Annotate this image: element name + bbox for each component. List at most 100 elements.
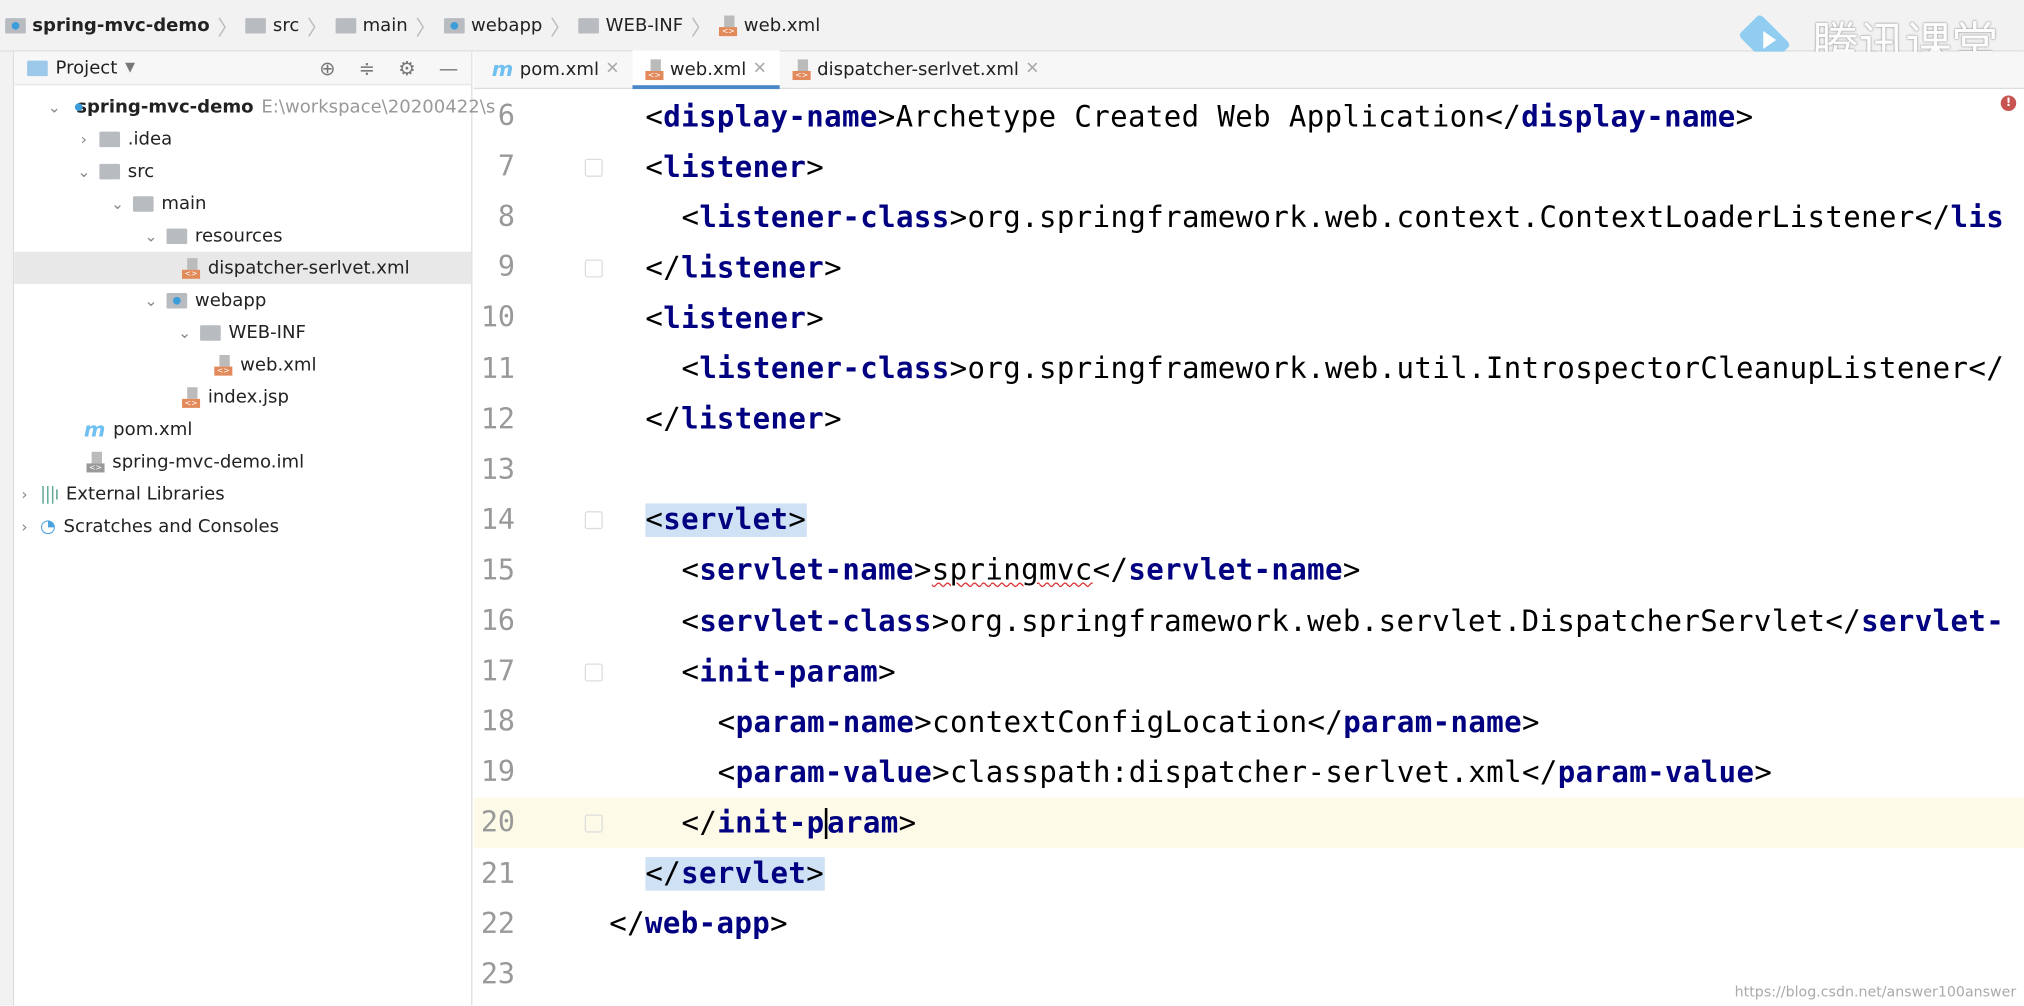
close-icon[interactable]: ✕ xyxy=(753,59,767,78)
tree-item[interactable]: › |||ı External Libraries xyxy=(14,478,471,510)
code-line[interactable]: 22 </web-app> xyxy=(474,899,2024,949)
collapse-all-icon[interactable]: ≑ xyxy=(359,56,375,79)
tab-dispatcher-serlvet-xml[interactable]: dispatcher-serlvet.xml ✕ xyxy=(780,50,1053,87)
chevron-right-icon[interactable]: › xyxy=(17,517,32,535)
spelling-warning[interactable]: springmvc xyxy=(932,554,1093,588)
tree-item[interactable]: › .idea xyxy=(14,123,471,155)
code-line[interactable]: 11 <listener-class>org.springframework.we… xyxy=(474,344,2024,394)
tab-web-xml[interactable]: web.xml ✕ xyxy=(632,50,780,90)
line-number[interactable]: 12 xyxy=(474,403,515,435)
tree-item[interactable]: web.xml xyxy=(14,349,471,381)
chevron-right-icon[interactable]: › xyxy=(17,485,32,503)
line-number[interactable]: 6 xyxy=(474,101,515,133)
code-line[interactable]: 18 <param-name>contextConfigLocation</par… xyxy=(474,697,2024,747)
code-line[interactable]: 12 </listener> xyxy=(474,394,2024,444)
fold-marker-icon[interactable] xyxy=(584,158,603,177)
code-line[interactable]: 7 <listener> xyxy=(474,142,2024,192)
line-number[interactable]: 19 xyxy=(474,757,515,789)
web-folder-icon xyxy=(166,292,188,308)
code-line[interactable]: 20 </init-p aram> xyxy=(473,798,2024,849)
line-number[interactable]: 22 xyxy=(474,908,515,940)
tree-item[interactable]: ⌄ WEB-INF xyxy=(14,316,471,348)
code-text: <listener-class>org.springframework.web.… xyxy=(682,201,2005,235)
code-line[interactable]: 6 <display-name>Archetype Created Web App… xyxy=(474,92,2024,142)
line-number[interactable]: 16 xyxy=(474,605,515,637)
tree-item[interactable]: › ◔ Scratches and Consoles xyxy=(14,510,471,542)
line-number[interactable]: 17 xyxy=(474,656,515,688)
code-line[interactable]: 17 <init-param> xyxy=(474,647,2024,697)
fold-marker-icon[interactable] xyxy=(584,259,603,278)
chevron-down-icon[interactable]: ⌄ xyxy=(48,97,61,115)
code-text: </listener> xyxy=(645,251,842,285)
xml-text: > xyxy=(824,251,843,286)
chevron-down-icon[interactable]: ⌄ xyxy=(143,291,158,309)
tree-item-root[interactable]: ⌄ spring-mvc-demo E:\workspace\20200422\s xyxy=(14,90,496,122)
code-line[interactable]: 9 </listener> xyxy=(474,243,2024,293)
code-line[interactable]: 16 <servlet-class>org.springframework.web… xyxy=(474,596,2024,646)
tree-item[interactable]: ⌄ main xyxy=(14,187,471,219)
minimize-icon[interactable]: — xyxy=(439,56,458,79)
breadcrumb-item[interactable]: spring-mvc-demo xyxy=(5,15,210,35)
chevron-down-icon[interactable]: ⌄ xyxy=(110,194,125,212)
code-line[interactable]: 14 <servlet> xyxy=(474,495,2024,545)
gear-icon[interactable]: ⚙ xyxy=(398,56,415,79)
code-line[interactable]: 13 xyxy=(474,445,2024,495)
ide-window: spring-mvc-demo 〉 src 〉 main 〉 webapp 〉 WEB-… xyxy=(0,0,2024,1006)
code-line[interactable]: 15 <servlet-name>springmvc</servlet-name> xyxy=(474,546,2024,596)
code-line[interactable]: 19 <param-value>classpath:dispatcher-serl… xyxy=(474,748,2024,798)
breadcrumb-item[interactable]: src xyxy=(245,15,299,35)
line-number[interactable]: 15 xyxy=(474,555,515,587)
xml-text: >org.springframework.web.context.Context… xyxy=(949,200,1951,235)
tree-item[interactable]: ⌄ src xyxy=(14,155,471,187)
chevron-down-icon[interactable]: ⌄ xyxy=(76,162,91,180)
close-icon[interactable]: ✕ xyxy=(1025,59,1039,78)
xml-text: > xyxy=(806,301,825,336)
line-number[interactable]: 21 xyxy=(474,858,515,890)
line-number[interactable]: 13 xyxy=(474,454,515,486)
tree-item[interactable]: index.jsp xyxy=(14,381,471,413)
breadcrumb-label: web.xml xyxy=(743,14,821,36)
xml-tag-name: param-name xyxy=(1343,705,1522,740)
folder-icon xyxy=(99,131,121,147)
locate-icon[interactable]: ⊕ xyxy=(319,56,335,79)
xml-text: < xyxy=(681,554,700,588)
line-number[interactable]: 23 xyxy=(474,959,515,991)
close-icon[interactable]: ✕ xyxy=(605,59,619,78)
line-number[interactable]: 8 xyxy=(474,202,515,234)
line-number[interactable]: 9 xyxy=(474,252,515,284)
tree-item-selected[interactable]: dispatcher-serlvet.xml xyxy=(14,251,472,284)
breadcrumb-item[interactable]: WEB-INF xyxy=(578,15,683,35)
fold-marker-icon[interactable] xyxy=(584,662,603,682)
tree-item[interactable]: ⌄ webapp xyxy=(14,284,471,316)
line-number[interactable]: 14 xyxy=(474,504,515,536)
breadcrumb-item[interactable]: webapp xyxy=(443,14,543,36)
fold-marker-icon[interactable] xyxy=(584,814,603,833)
breadcrumb-label: webapp xyxy=(471,14,543,36)
breadcrumb-item[interactable]: web.xml xyxy=(719,14,821,36)
xml-text: >springmvc</ xyxy=(913,554,1129,588)
chevron-down-icon[interactable]: ▼ xyxy=(125,61,135,75)
breadcrumb-item[interactable]: main xyxy=(335,15,408,35)
project-view-selector[interactable]: Project xyxy=(56,57,118,78)
tab-label: dispatcher-serlvet.xml xyxy=(817,58,1019,80)
code-line[interactable]: 10 <listener> xyxy=(474,294,2024,344)
fold-marker-icon[interactable] xyxy=(584,511,603,530)
chevron-down-icon[interactable]: ⌄ xyxy=(177,323,192,341)
line-number[interactable]: 20 xyxy=(474,807,515,839)
tree-label: resources xyxy=(194,225,283,246)
xml-tag-name: lis xyxy=(1950,200,2005,235)
tree-item[interactable]: ⌄ resources xyxy=(14,219,471,251)
tree-item[interactable]: m pom.xml xyxy=(14,413,471,445)
line-number[interactable]: 10 xyxy=(474,303,515,335)
xml-tag-name: init-param xyxy=(717,806,899,841)
line-number[interactable]: 7 xyxy=(474,151,515,183)
tool-window-strip[interactable] xyxy=(0,51,15,1006)
chevron-down-icon[interactable]: ⌄ xyxy=(143,227,158,245)
code-line[interactable]: 21 </servlet> xyxy=(474,849,2024,899)
code-line[interactable]: 8 <listener-class>org.springframework.web… xyxy=(474,193,2024,243)
tree-item[interactable]: spring-mvc-demo.iml xyxy=(14,445,471,477)
line-number[interactable]: 18 xyxy=(474,706,515,738)
line-number[interactable]: 11 xyxy=(474,353,515,385)
chevron-right-icon[interactable]: › xyxy=(76,130,91,148)
tab-pom-xml[interactable]: m pom.xml ✕ xyxy=(479,50,633,87)
